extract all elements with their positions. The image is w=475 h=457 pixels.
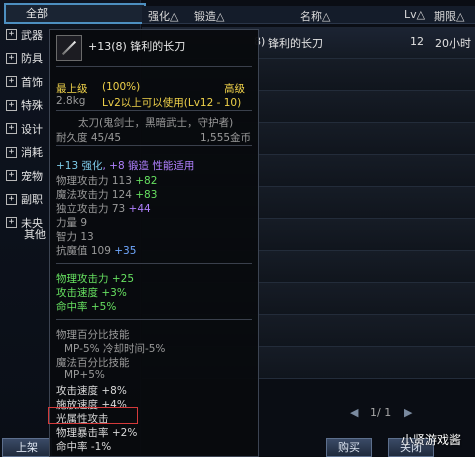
expand-icon[interactable]: + bbox=[6, 52, 17, 64]
forge-level: , +8 锻造 性能适用 bbox=[102, 160, 195, 172]
item-level: 12 bbox=[410, 35, 424, 48]
sort-forge[interactable]: 锻造△ bbox=[194, 8, 224, 24]
expand-icon[interactable]: + bbox=[6, 76, 17, 87]
page-indicator: 1/ 1 bbox=[370, 406, 392, 419]
skill-line: 命中率 -1% bbox=[56, 441, 112, 453]
divider bbox=[56, 263, 252, 264]
stat-label: 魔法攻击力 124 bbox=[56, 189, 132, 201]
skill-line: MP+5% bbox=[64, 369, 105, 381]
expand-icon[interactable]: + bbox=[6, 170, 17, 181]
stat-line: 智力 13 bbox=[56, 229, 94, 244]
category-all[interactable]: 全部 bbox=[4, 3, 146, 24]
enhance-level: +13 强化 bbox=[56, 160, 103, 172]
item-durability: 耐久度 45/45 bbox=[56, 132, 122, 144]
pager: ◀ 1/ 1 ▶ bbox=[350, 406, 412, 419]
stat-label: 独立攻击力 73 bbox=[56, 203, 126, 215]
sword-icon bbox=[56, 35, 82, 61]
item-name: 锋利的长刀 bbox=[268, 37, 323, 50]
category-label: 宠物 bbox=[21, 169, 43, 183]
stat-line: 物理攻击力 113 +82 bbox=[56, 173, 157, 188]
category-label: 武器 bbox=[21, 28, 43, 42]
item-type: 太刀(鬼剑士，黑暗武士，守护者) bbox=[78, 117, 234, 129]
skill-line: MP-5% 冷却时间-5% bbox=[64, 343, 166, 355]
sort-level[interactable]: Lv△ bbox=[404, 8, 425, 21]
effect-bonus: +5% bbox=[90, 301, 117, 313]
stat-label: 智力 13 bbox=[56, 231, 94, 243]
prev-page-icon[interactable]: ◀ bbox=[350, 406, 358, 419]
effect-label: 物理攻击力 bbox=[56, 273, 109, 285]
effect-label: 攻击速度 bbox=[56, 287, 98, 299]
category-label: 消耗 bbox=[21, 146, 43, 159]
expand-icon[interactable]: + bbox=[6, 99, 17, 111]
stat-bonus: +44 bbox=[128, 203, 151, 215]
divider bbox=[56, 319, 252, 320]
skill-line: 攻击速度 +8% bbox=[56, 385, 127, 397]
category-other[interactable]: 其他 bbox=[24, 226, 46, 242]
category-label: 副职 bbox=[21, 193, 43, 206]
item-expire: 20小时 bbox=[435, 37, 471, 50]
category-label: 首饰 bbox=[21, 75, 43, 89]
next-page-icon[interactable]: ▶ bbox=[404, 406, 412, 419]
watermark: 小贤游戏酱 bbox=[401, 433, 462, 447]
effect-bonus: +3% bbox=[101, 287, 127, 299]
category-label: 设计 bbox=[21, 122, 43, 136]
effect-line: 攻击速度 +3% bbox=[56, 285, 127, 300]
category-label: 防具 bbox=[21, 52, 43, 65]
category-label: 特殊 bbox=[21, 99, 43, 112]
divider bbox=[56, 66, 252, 67]
buy-button[interactable]: 购买 bbox=[326, 438, 372, 457]
stat-label: 物理攻击力 113 bbox=[56, 175, 132, 187]
item-price: 1,555金币 bbox=[200, 132, 252, 144]
stat-label: 力量 9 bbox=[56, 217, 88, 229]
tooltip-title: +13(8) 锋利的长刀 bbox=[88, 40, 186, 53]
expand-icon[interactable]: + bbox=[6, 146, 17, 158]
effect-bonus: +25 bbox=[111, 273, 135, 285]
stat-line: 魔法攻击力 124 +83 bbox=[56, 187, 157, 202]
expand-icon[interactable]: + bbox=[6, 217, 17, 228]
effect-line: 物理攻击力 +25 bbox=[56, 271, 134, 286]
item-grade: 最上级 bbox=[56, 83, 88, 95]
highlight-box bbox=[48, 407, 138, 424]
stat-line: 抗魔值 109 +35 bbox=[56, 243, 136, 258]
expand-icon[interactable]: + bbox=[6, 29, 17, 40]
enhance-note: +13 强化, +8 锻造 性能适用 bbox=[56, 158, 194, 173]
divider bbox=[56, 110, 252, 111]
item-grade-percent: (100%) bbox=[102, 81, 141, 93]
expand-icon[interactable]: + bbox=[6, 193, 17, 205]
sort-name[interactable]: 名称△ bbox=[300, 8, 330, 24]
stat-bonus: +82 bbox=[135, 175, 158, 187]
expand-icon[interactable]: + bbox=[6, 123, 17, 134]
skill-line: 魔法百分比技能 bbox=[56, 357, 130, 369]
effect-label: 命中率 bbox=[56, 301, 88, 313]
item-tooltip: +13(8) 锋利的长刀 最上级 (100%) 高级 2.8kg Lv2以上可以… bbox=[49, 29, 259, 457]
effect-line: 命中率 +5% bbox=[56, 299, 116, 314]
stat-bonus: +83 bbox=[135, 189, 158, 201]
skill-line: 物理百分比技能 bbox=[56, 329, 130, 341]
list-item-button[interactable]: 上架 bbox=[2, 438, 52, 457]
divider bbox=[56, 145, 252, 146]
stat-line: 力量 9 bbox=[56, 215, 87, 230]
stat-line: 独立攻击力 73 +44 bbox=[56, 201, 151, 216]
item-rarity: 高级 bbox=[224, 83, 245, 95]
stat-bonus: +35 bbox=[114, 245, 137, 257]
sort-expire[interactable]: 期限△ bbox=[434, 8, 464, 24]
stat-label: 抗魔值 109 bbox=[56, 245, 111, 257]
sort-enhance[interactable]: 强化△ bbox=[148, 8, 178, 24]
item-weight: 2.8kg bbox=[56, 95, 86, 107]
skill-line: 物理暴击率 +2% bbox=[56, 427, 138, 439]
table-header: 强化△ 锻造△ 名称△ Lv△ 期限△ bbox=[142, 6, 475, 24]
item-usable-level: Lv2以上可以使用(Lv12 - 10) bbox=[102, 97, 242, 109]
